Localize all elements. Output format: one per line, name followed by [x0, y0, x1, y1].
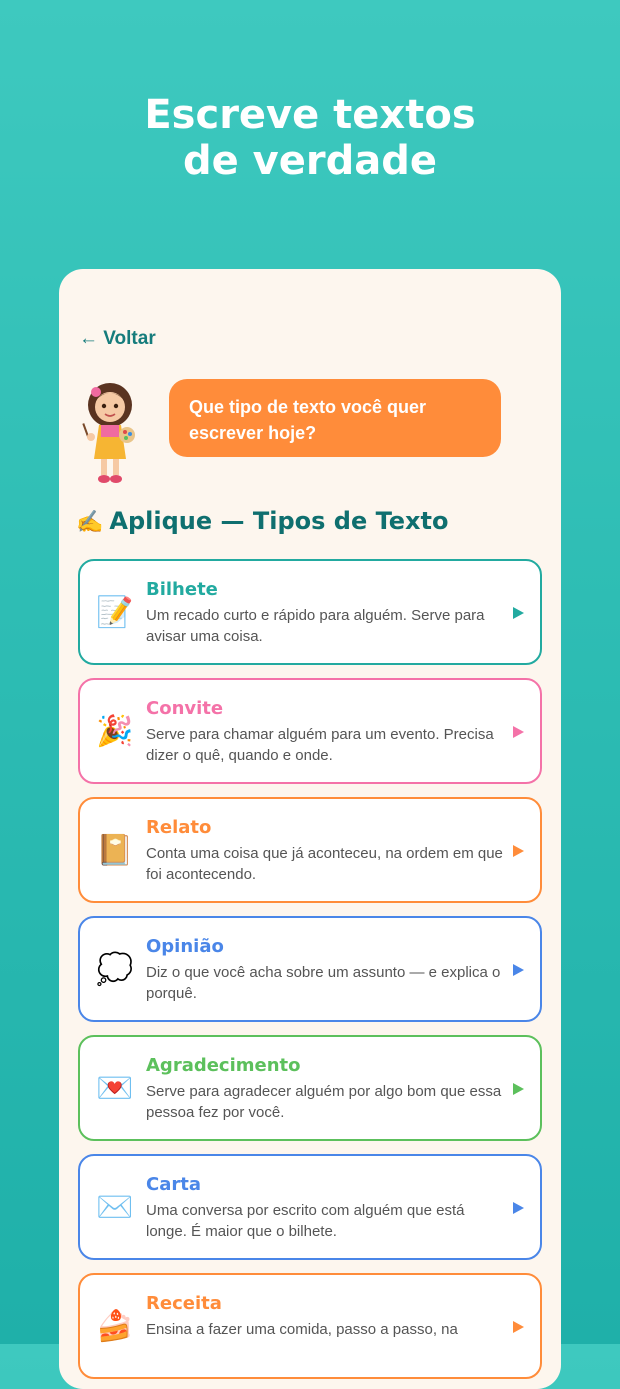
- text-type-description: Diz o que você acha sobre um assunto — e…: [146, 964, 501, 1002]
- section-title-text: Aplique — Tipos de Texto: [109, 507, 449, 535]
- text-type-card-7[interactable]: 🍰 Receita Ensina a fazer uma comida, passo…: [78, 1273, 542, 1379]
- cake-icon: 🍰: [96, 1309, 134, 1344]
- text-type-description: Conta uma coisa que já aconteceu, na ord…: [146, 845, 503, 883]
- text-type-card-1[interactable]: 📝 Bilhete Um recado curto e rápido para al…: [78, 559, 542, 665]
- party-popper-icon: 🎉: [96, 714, 134, 749]
- text-type-description: Ensina a fazer uma comida, passo a passo…: [146, 1321, 458, 1338]
- play-arrow-icon: [513, 607, 524, 619]
- notebook-icon: 📔: [96, 833, 134, 868]
- play-arrow-icon: [513, 964, 524, 976]
- section-title: ✍️ Aplique — Tipos de Texto: [76, 507, 449, 535]
- writing-hand-icon: ✍️: [76, 510, 104, 535]
- text-type-title: Opinião: [146, 936, 224, 957]
- page-headline: Escreve textos de verdade: [0, 92, 620, 184]
- text-type-card-3[interactable]: 📔 Relato Conta uma coisa que já aconteceu,…: [78, 797, 542, 903]
- play-arrow-icon: [513, 845, 524, 857]
- text-type-description: Serve para chamar alguém para um evento.…: [146, 726, 494, 764]
- play-arrow-icon: [513, 1321, 524, 1333]
- love-letter-icon: 💌: [96, 1071, 134, 1106]
- text-type-title: Convite: [146, 698, 224, 719]
- text-type-list: 📝 Bilhete Um recado curto e rápido para al…: [78, 559, 542, 1389]
- envelope-icon: ✉️: [96, 1190, 134, 1225]
- headline-line-1: Escreve textos: [144, 92, 476, 138]
- text-type-title: Carta: [146, 1174, 201, 1195]
- app-screen-card: ← Voltar Que tipo de texto você quer esc…: [59, 269, 561, 1389]
- text-type-card-4[interactable]: 💭 Opinião Diz o que você acha sobre um ass…: [78, 916, 542, 1022]
- text-type-card-5[interactable]: 💌 Agradecimento Serve para agradecer algué…: [78, 1035, 542, 1141]
- text-type-description: Um recado curto e rápido para alguém. Se…: [146, 607, 485, 645]
- text-type-description: Uma conversa por escrito com alguém que …: [146, 1202, 465, 1240]
- text-type-description: Serve para agradecer alguém por algo bom…: [146, 1083, 502, 1121]
- girl-mascot-illustration: [82, 383, 135, 483]
- back-button[interactable]: ← Voltar: [79, 328, 156, 350]
- text-type-title: Receita: [146, 1293, 222, 1314]
- text-type-title: Bilhete: [146, 579, 218, 600]
- play-arrow-icon: [513, 1202, 524, 1214]
- text-type-card-2[interactable]: 🎉 Convite Serve para chamar alguém para um…: [78, 678, 542, 784]
- thought-bubble-icon: 💭: [96, 952, 134, 987]
- play-arrow-icon: [513, 726, 524, 738]
- memo-icon: 📝: [96, 595, 134, 630]
- headline-line-2: de verdade: [182, 138, 437, 184]
- text-type-card-6[interactable]: ✉️ Carta Uma conversa por escrito com algu…: [78, 1154, 542, 1260]
- text-type-title: Agradecimento: [146, 1055, 301, 1076]
- play-arrow-icon: [513, 1083, 524, 1095]
- text-type-title: Relato: [146, 817, 212, 838]
- prompt-speech-bubble: Que tipo de texto você quer escrever hoj…: [169, 379, 501, 457]
